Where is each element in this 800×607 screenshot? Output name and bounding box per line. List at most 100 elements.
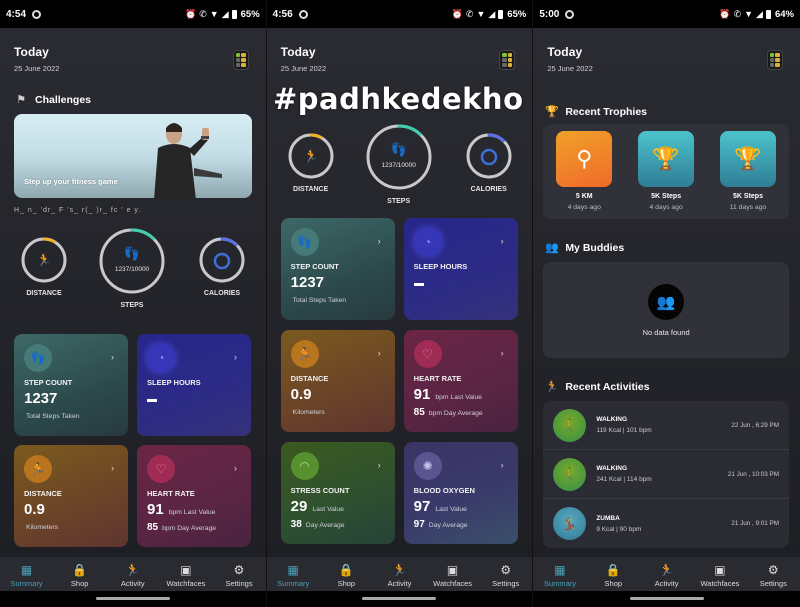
nav-activity[interactable]: 🏃 Activity: [374, 563, 424, 588]
runner-icon: 🏃: [37, 253, 52, 267]
trophy-item[interactable]: 🏆 5K Steps 4 days ago: [631, 131, 701, 219]
gear-icon: ⚙: [233, 562, 245, 577]
battery-percent: 65%: [240, 8, 260, 20]
page-title: Today: [547, 45, 583, 59]
nav-watchfaces[interactable]: ▣ Watchfaces: [161, 563, 211, 588]
activity-row[interactable]: 🚶 WALKING 241 Kcal | 114 bpm 21 Jun , 10…: [543, 450, 789, 499]
battery-icon: [765, 9, 771, 19]
sleep-hours-card[interactable]: ◔ › SLEEP HOURS: [137, 334, 251, 436]
chevron-right-icon: ›: [377, 348, 381, 358]
page-title: Today: [14, 45, 49, 59]
distance-ring[interactable]: 🏃 DISTANCE: [20, 236, 68, 297]
step-count-card[interactable]: 👣 › STEP COUNT 1237 Total Steps Taken: [280, 218, 395, 320]
heart-icon: ♡: [147, 455, 175, 483]
flag-icon: ⚑: [16, 94, 26, 106]
watch-device-icon[interactable]: [232, 50, 249, 70]
nav-shop[interactable]: 🔒 Shop: [588, 563, 638, 588]
heart-rate-average: 85: [413, 407, 425, 418]
flame-icon: [213, 252, 231, 270]
distance-card[interactable]: 🏃 › DISTANCE 0.9 Kilometers: [280, 330, 395, 432]
moon-icon: ◔: [413, 228, 442, 256]
runner-icon: 🏃: [545, 381, 560, 393]
nav-watchfaces[interactable]: ▣ Watchfaces: [428, 563, 478, 588]
distance-ring[interactable]: 🏃 DISTANCE: [287, 132, 335, 193]
steps-ring[interactable]: 👣 1237/10000 STEPS: [97, 226, 167, 309]
grid-icon: ▦: [554, 562, 566, 577]
sleep-hours-value-empty: [147, 399, 157, 402]
calories-ring[interactable]: CALORIES: [465, 132, 513, 193]
bottom-navigation: ▦ Summary 🔒 Shop 🏃 Activity ▣ Watchfaces ⚙ Se…: [0, 557, 266, 607]
nav-watchfaces[interactable]: ▣ Watchfaces: [695, 563, 745, 588]
sleep-hours-card[interactable]: ◔ › SLEEP HOURS: [403, 218, 518, 320]
nav-summary[interactable]: ▦ Summary: [2, 563, 52, 588]
nav-shop[interactable]: 🔒 Shop: [321, 563, 371, 588]
nav-summary[interactable]: ▦ Summary: [268, 563, 318, 588]
steps-label: STEPS: [120, 302, 144, 309]
calories-label: CALORIES: [470, 186, 507, 193]
page-header: Today 25 June 2022: [533, 28, 800, 86]
nav-activity[interactable]: 🏃 Activity: [108, 563, 158, 588]
blood-oxygen-card[interactable]: ✺ › BLOOD OXYGEN 97 Last Value 97 Day Av…: [403, 442, 518, 544]
step-count-card[interactable]: 👣 › STEP COUNT 1237 Total Steps Taken: [14, 334, 128, 436]
status-time: 5:00: [539, 8, 560, 20]
signal-icon: ◢: [488, 8, 496, 19]
alarm-icon: ⏰: [185, 8, 197, 19]
trophy-item[interactable]: 🏆 5K Steps 11 days ago: [713, 131, 783, 219]
home-indicator[interactable]: [95, 597, 170, 600]
sync-icon: [32, 9, 42, 19]
banner-caption: Step up your fitness game: [24, 177, 118, 186]
watch-device-icon[interactable]: [766, 50, 783, 70]
heart-rate-card[interactable]: ♡ › HEART RATE 91 bpm Last Value 85 bpm …: [137, 445, 251, 547]
sleep-hours-value-empty: [413, 283, 424, 286]
runner-icon: 🏃: [125, 562, 141, 577]
distance-value: 0.9: [24, 501, 45, 518]
nav-activity[interactable]: 🏃 Activity: [642, 563, 692, 588]
recent-activities-list: 🚶 WALKING 119 Kcal | 101 bpm 22 Jun , 6:…: [543, 401, 789, 548]
chevron-right-icon: ›: [500, 460, 504, 470]
page-date: 25 June 2022: [547, 64, 593, 73]
sync-icon: [298, 9, 308, 19]
calories-label: CALORIES: [203, 290, 241, 297]
nav-summary[interactable]: ▦ Summary: [535, 563, 585, 588]
recent-activities-heading: 🏃 Recent Activities: [545, 380, 650, 394]
nav-settings[interactable]: ⚙ Settings: [214, 563, 264, 588]
calories-ring[interactable]: CALORIES: [198, 236, 246, 297]
steps-ring[interactable]: 👣 1237/10000 STEPS: [364, 122, 434, 205]
gear-icon: ⚙: [767, 562, 779, 577]
walking-icon: 🚶: [553, 457, 587, 491]
home-indicator[interactable]: [362, 597, 437, 600]
watch-device-icon[interactable]: [499, 50, 516, 70]
battery-percent: 64%: [774, 8, 794, 20]
buddies-icon: 👥: [648, 283, 685, 320]
nav-settings[interactable]: ⚙ Settings: [481, 563, 531, 588]
page-header: Today 25 June 2022: [267, 28, 533, 86]
battery-icon: [498, 9, 504, 19]
flame-icon: [480, 148, 497, 166]
wifi-call-icon: ✆: [199, 8, 207, 19]
steps-value: 1237/10000: [381, 162, 416, 169]
page-title: Today: [280, 45, 316, 59]
trophy-item[interactable]: ⚲ 5 KM 4 days ago: [549, 131, 619, 219]
page-date: 25 June 2022: [280, 64, 327, 73]
alarm-icon: ⏰: [451, 8, 463, 19]
buddies-empty-state: 👥 No data found: [543, 262, 789, 358]
activity-row[interactable]: 💃 ZUMBA 9 Kcal | 90 bpm 21 Jun , 9:01 PM: [543, 499, 789, 548]
chevron-right-icon: ›: [234, 463, 237, 473]
route-icon: ⚲: [556, 131, 613, 187]
nav-shop[interactable]: 🔒 Shop: [55, 563, 105, 588]
heart-rate-card[interactable]: ♡ › HEART RATE 91 bpm Last Value 85 bpm …: [403, 330, 518, 432]
nav-settings[interactable]: ⚙ Settings: [748, 563, 798, 588]
phone-screen-1: 4:54 ⏰ ✆ ▼ ◢ 65% Today 25 June 2022 ⚑ Ch…: [0, 0, 267, 607]
challenge-banner[interactable]: Step up your fitness game: [14, 114, 252, 198]
watchface-icon: ▣: [714, 562, 726, 577]
stress-count-card[interactable]: ◠ › STRESS COUNT 29 Last Value 38 Day Av…: [280, 442, 395, 544]
steps-value: 1237/10000: [114, 266, 150, 273]
home-indicator[interactable]: [629, 597, 704, 600]
watermark-hashtag: #padhkedekho: [273, 82, 524, 116]
chevron-right-icon: ›: [377, 236, 381, 246]
activity-row[interactable]: 🚶 WALKING 119 Kcal | 101 bpm 22 Jun , 6:…: [543, 401, 789, 450]
distance-card[interactable]: 🏃 › DISTANCE 0.9 Kilometers: [14, 445, 128, 547]
bottom-navigation: ▦ Summary 🔒 Shop 🏃 Activity ▣ Watchfaces ⚙ Se…: [266, 557, 533, 607]
status-bar: 5:00 ⏰ ✆ ▼ ◢ 64%: [533, 0, 800, 28]
zumba-icon: 💃: [553, 507, 587, 540]
